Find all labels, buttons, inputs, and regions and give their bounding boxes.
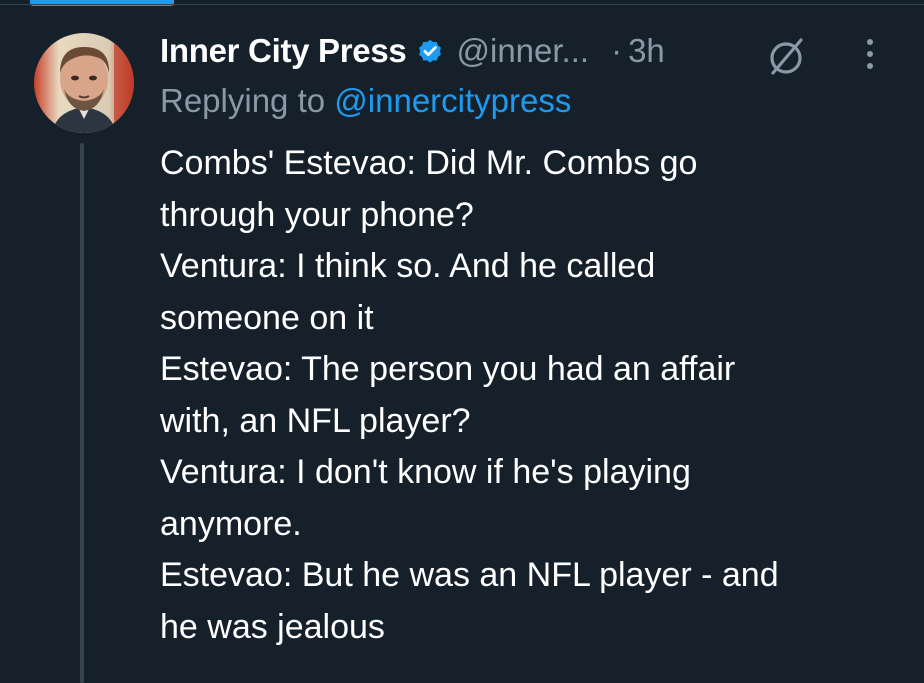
timestamp[interactable]: 3h bbox=[628, 32, 665, 70]
tweet-text-line: Ventura: I don't know if he's playing bbox=[160, 453, 691, 491]
tweet-text-line: Combs' Estevao: Did Mr. Combs go bbox=[160, 144, 698, 182]
replying-to-handle-link[interactable]: @innercitypress bbox=[334, 82, 571, 119]
avatar-photo bbox=[34, 33, 134, 133]
thread-connector-line bbox=[80, 143, 84, 683]
display-name[interactable]: Inner City Press bbox=[160, 32, 407, 70]
more-options-icon[interactable] bbox=[858, 36, 882, 72]
separator-dot: · bbox=[611, 32, 623, 69]
verified-badge-icon bbox=[416, 37, 444, 65]
tweet-text-line: anymore. bbox=[160, 504, 302, 543]
tweet-text-line: he was jealous bbox=[160, 607, 385, 646]
replying-to-label: Replying to bbox=[160, 82, 326, 119]
user-handle[interactable]: @inner... bbox=[456, 32, 589, 70]
grok-icon[interactable] bbox=[764, 34, 808, 78]
avatar[interactable] bbox=[34, 33, 134, 133]
tweet-text-line: through your phone? bbox=[160, 195, 474, 234]
tweet-text-line: Estevao: The person you had an affair bbox=[160, 350, 736, 388]
active-tab-indicator bbox=[30, 0, 174, 6]
tweet-text[interactable]: Combs' Estevao: Did Mr. Combs go through… bbox=[160, 138, 900, 653]
tweet-text-line: Ventura: I think so. And he called bbox=[160, 247, 656, 285]
replying-to-line: Replying to @innercitypress bbox=[160, 82, 571, 120]
tweet-header: Inner City Press @inner... · 3h bbox=[160, 26, 665, 76]
tweet-text-line: with, an NFL player? bbox=[160, 401, 471, 440]
tweet-text-line: someone on it bbox=[160, 298, 374, 337]
top-divider bbox=[0, 4, 924, 5]
tweet-text-line: Estevao: But he was an NFL player - and bbox=[160, 556, 779, 594]
